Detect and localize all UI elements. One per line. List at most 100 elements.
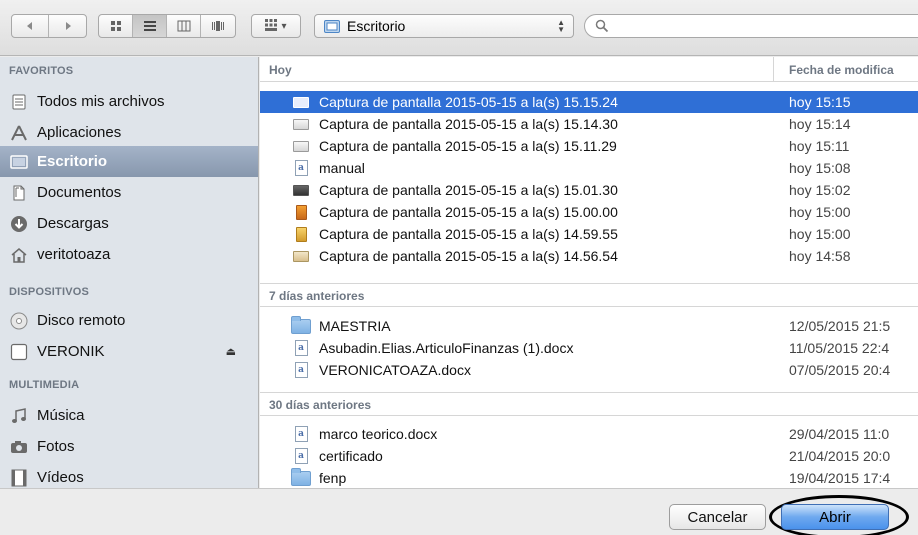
list-view-icon[interactable] — [133, 15, 167, 37]
image-file-icon — [293, 116, 309, 132]
desktop-folder-icon — [324, 19, 340, 33]
sidebar-item-descargas[interactable]: Descargas — [0, 208, 258, 239]
file-date: 19/04/2015 17:4 — [789, 470, 891, 486]
file-date: hoy 15:14 — [789, 116, 851, 132]
file-name: Captura de pantalla 2015-05-15 a la(s) 1… — [319, 182, 618, 198]
home-icon — [9, 245, 29, 265]
location-popup[interactable]: Escritorio ▲ ▼ — [314, 14, 574, 38]
file-name: Captura de pantalla 2015-05-15 a la(s) 1… — [319, 204, 618, 220]
sidebar-item-videos[interactable]: Vídeos — [0, 462, 258, 488]
sidebar-item-aplicaciones[interactable]: Aplicaciones — [0, 117, 258, 148]
photos-icon — [9, 437, 29, 457]
image-file-icon — [293, 204, 309, 220]
chevron-down-icon: ▾ — [281, 20, 287, 32]
file-name: fenp — [319, 470, 347, 486]
file-row[interactable]: a certificado 21/04/2015 20:0 — [260, 445, 918, 467]
sidebar-item-veritotoaza[interactable]: veritotoaza — [0, 239, 258, 270]
sidebar-item-label: veritotoaza — [37, 246, 111, 263]
file-row[interactable]: fenp 19/04/2015 17:4 — [260, 467, 918, 488]
sidebar-item-disco-remoto[interactable]: Disco remoto — [0, 305, 258, 336]
all-files-icon — [9, 92, 29, 112]
image-file-icon — [293, 248, 309, 264]
file-row[interactable]: MAESTRIA 12/05/2015 21:5 — [260, 315, 918, 337]
column-view-icon[interactable] — [167, 15, 201, 37]
file-row[interactable]: Captura de pantalla 2015-05-15 a la(s) 1… — [260, 223, 918, 245]
file-name: Captura de pantalla 2015-05-15 a la(s) 1… — [319, 226, 618, 242]
file-list: Hoy Fecha de modifica Captura de pantall… — [260, 57, 918, 488]
image-file-icon — [293, 138, 309, 154]
arrange-grid-icon — [265, 18, 278, 34]
toolbar: ▾ Escritorio ▲ ▼ — [0, 0, 918, 56]
file-date: 11/05/2015 22:4 — [789, 340, 890, 356]
column-name-header[interactable]: Hoy — [269, 63, 292, 77]
sidebar-item-label: Vídeos — [37, 469, 84, 486]
sidebar-item-label: Todos mis archivos — [37, 93, 165, 110]
image-file-icon — [293, 226, 309, 242]
sidebar-item-escritorio[interactable]: Escritorio — [0, 146, 258, 177]
column-date-header[interactable]: Fecha de modifica — [789, 63, 894, 77]
file-date: hoy 15:00 — [789, 204, 851, 220]
file-date: 12/05/2015 21:5 — [789, 318, 891, 334]
arrange-button[interactable]: ▾ — [251, 14, 301, 38]
document-file-icon: a — [293, 340, 309, 356]
file-row[interactable]: a manual hoy 15:08 — [260, 157, 918, 179]
dialog-footer: Cancelar Abrir — [0, 488, 918, 535]
file-row[interactable]: Captura de pantalla 2015-05-15 a la(s) 1… — [260, 135, 918, 157]
file-row[interactable]: a VERONICATOAZA.docx 07/05/2015 20:4 — [260, 359, 918, 381]
group-header: 7 días anteriores — [260, 283, 918, 307]
search-input[interactable] — [584, 14, 918, 38]
group-header: 30 días anteriores — [260, 392, 918, 416]
file-name: Captura de pantalla 2015-05-15 a la(s) 1… — [319, 138, 617, 154]
file-row[interactable]: a Asubadin.Elias.ArticuloFinanzas (1).do… — [260, 337, 918, 359]
sidebar-section-multimedia: MULTIMEDIA — [9, 379, 80, 391]
column-divider[interactable] — [773, 57, 774, 82]
sidebar-item-todos-mis-archivos[interactable]: Todos mis archivos — [0, 86, 258, 117]
eject-icon[interactable]: ⏏ — [226, 345, 236, 358]
folder-icon — [290, 467, 312, 486]
file-row[interactable]: Captura de pantalla 2015-05-15 a la(s) 1… — [260, 179, 918, 201]
document-file-icon: a — [293, 362, 309, 378]
coverflow-view-icon[interactable] — [201, 15, 235, 37]
drive-icon — [9, 342, 29, 362]
sidebar-item-fotos[interactable]: Fotos — [0, 431, 258, 462]
sidebar-item-label: Documentos — [37, 184, 122, 201]
sidebar-section-dispositivos: DISPOSITIVOS — [9, 286, 90, 298]
file-row[interactable]: a marco teorico.docx 29/04/2015 11:0 — [260, 423, 918, 445]
document-file-icon: a — [293, 448, 309, 464]
location-label: Escritorio — [347, 18, 406, 34]
desktop-icon — [9, 152, 29, 172]
documents-icon — [9, 183, 29, 203]
sidebar: FAVORITOS Todos mis archivos Aplicacione… — [0, 57, 259, 488]
icon-view-icon[interactable] — [99, 15, 133, 37]
sidebar-item-musica[interactable]: Música — [0, 400, 258, 431]
applications-icon — [9, 123, 29, 143]
sidebar-item-documentos[interactable]: Documentos — [0, 177, 258, 208]
forward-arrow-icon[interactable] — [49, 15, 86, 37]
file-name: certificado — [319, 448, 383, 464]
sidebar-section-favoritos: FAVORITOS — [9, 65, 74, 77]
image-file-icon — [293, 182, 309, 198]
sidebar-item-veronik[interactable]: VERONIK ⏏ — [0, 336, 258, 367]
document-file-icon: a — [293, 426, 309, 442]
file-name: Captura de pantalla 2015-05-15 a la(s) 1… — [319, 116, 618, 132]
remote-disc-icon — [9, 311, 29, 331]
back-arrow-icon[interactable] — [12, 15, 49, 37]
file-date: hoy 14:58 — [789, 248, 851, 264]
sidebar-item-label: VERONIK — [37, 343, 105, 360]
file-row[interactable]: Captura de pantalla 2015-05-15 a la(s) 1… — [260, 245, 918, 267]
file-date: 29/04/2015 11:0 — [789, 426, 890, 442]
file-date: hoy 15:08 — [789, 160, 851, 176]
file-date: hoy 15:00 — [789, 226, 851, 242]
file-row[interactable]: Captura de pantalla 2015-05-15 a la(s) 1… — [260, 201, 918, 223]
open-button[interactable]: Abrir — [781, 504, 889, 530]
sidebar-item-label: Aplicaciones — [37, 124, 122, 141]
file-date: 07/05/2015 20:4 — [789, 362, 891, 378]
magnifier-icon — [595, 19, 609, 33]
file-row[interactable]: Captura de pantalla 2015-05-15 a la(s) 1… — [260, 91, 918, 113]
cancel-button[interactable]: Cancelar — [669, 504, 766, 530]
sidebar-item-label: Escritorio — [37, 153, 108, 170]
document-file-icon: a — [293, 160, 309, 176]
folder-icon — [290, 315, 312, 334]
file-row[interactable]: Captura de pantalla 2015-05-15 a la(s) 1… — [260, 113, 918, 135]
column-header: Hoy Fecha de modifica — [260, 57, 918, 82]
